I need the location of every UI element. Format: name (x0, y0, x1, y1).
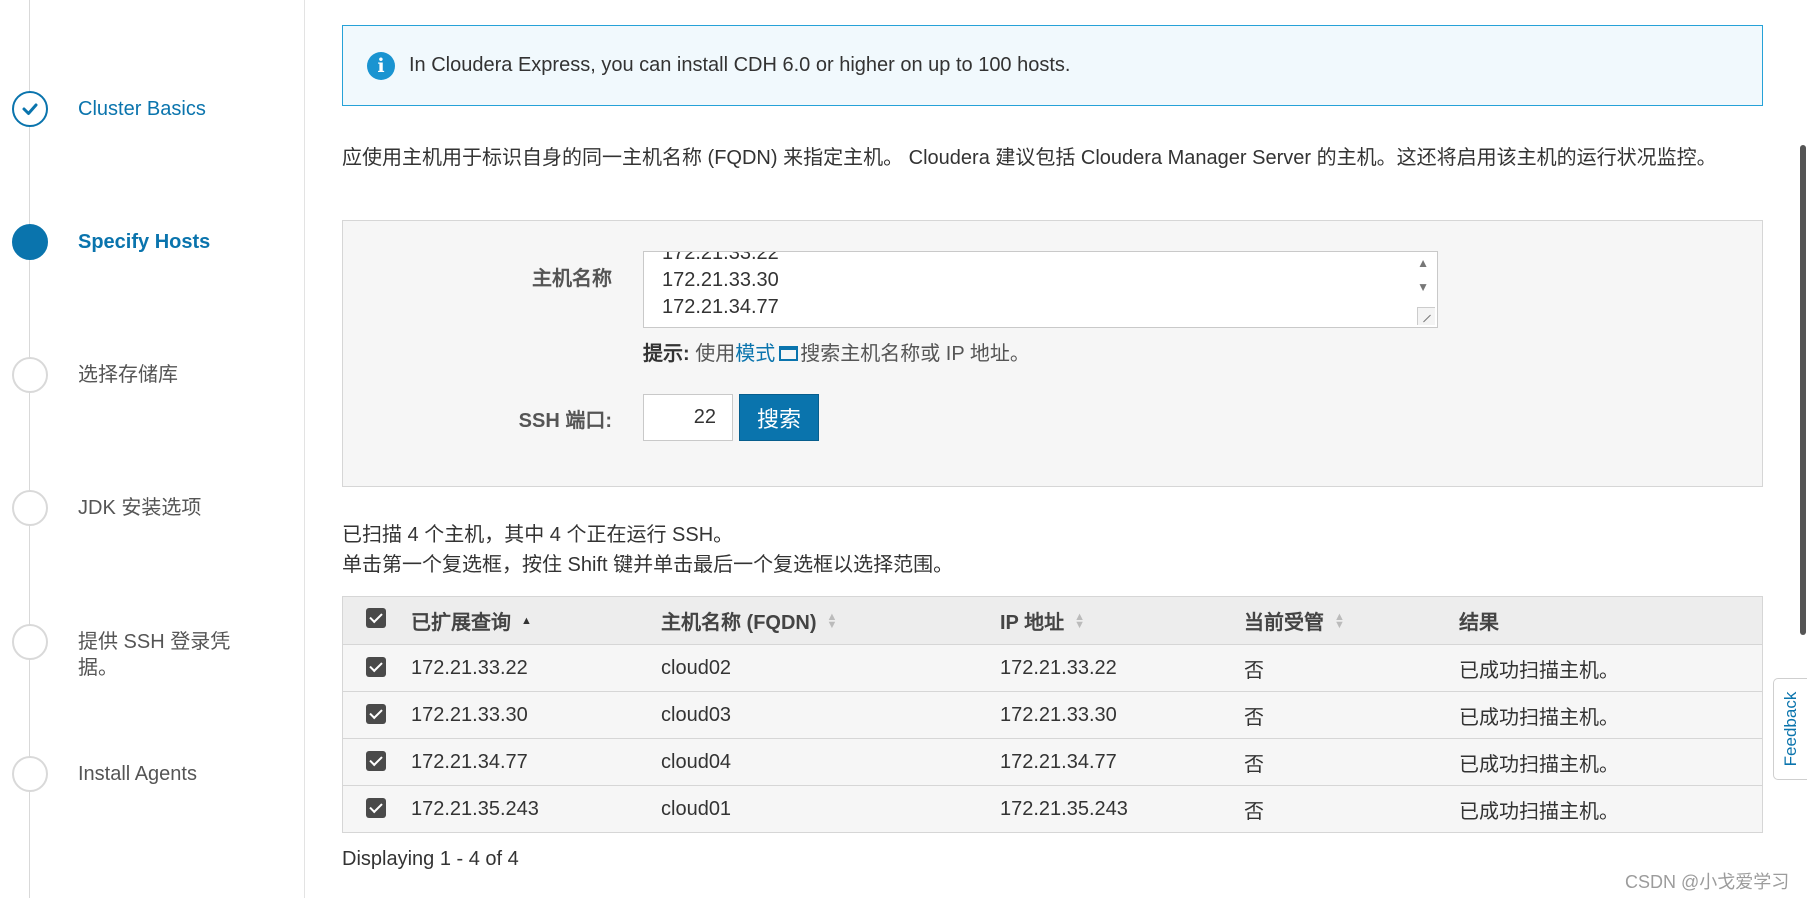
cell-ip: 172.21.35.243 (1000, 798, 1128, 820)
wizard-step-repository[interactable]: 选择存储库 (12, 357, 248, 397)
wizard-step-label: 提供 SSH 登录凭据。 (78, 631, 231, 679)
row-checkbox[interactable] (366, 798, 386, 818)
sort-icon[interactable]: ▲ ▼ (1334, 611, 1345, 630)
cell-ip: 172.21.34.77 (1000, 751, 1117, 773)
ssh-port-input[interactable]: 22 (643, 394, 733, 441)
cell-hostname: cloud04 (661, 751, 732, 773)
check-icon (12, 91, 48, 127)
ssh-port-label: SSH 端口: (518, 410, 612, 432)
scan-instructions: 单击第一个复选框，按住 Shift 键并单击最后一个复选框以选择范围。 (342, 554, 954, 576)
info-icon: i (367, 51, 395, 80)
hostname-line: 172.21.33.30 (662, 269, 779, 291)
cell-ip: 172.21.33.30 (1000, 704, 1117, 726)
window-icon[interactable] (779, 346, 799, 361)
row-checkbox[interactable] (366, 657, 386, 677)
column-header-hostname[interactable]: 主机名称 (FQDN) ▲ ▼ (661, 597, 837, 644)
watermark: CSDN @小戈爱学习 (1625, 872, 1790, 892)
pending-step-icon (12, 624, 48, 660)
hint-suffix: 搜索主机名称或 IP 地址。 (800, 343, 1030, 365)
hint-prefix: 使用 (695, 343, 736, 365)
cell-hostname: cloud02 (661, 657, 732, 679)
sort-icon[interactable]: ▲ ▼ (827, 611, 838, 630)
cell-managed: 否 (1244, 707, 1264, 729)
hosts-table: 已扩展查询 ▲ 主机名称 (FQDN) ▲ ▼ IP 地址 ▲ ▼ 当前受管 ▲ ▼ 结果 1… (342, 596, 1763, 833)
page-scrollbar[interactable] (1800, 145, 1806, 635)
info-text: In Cloudera Express, you can install CDH… (409, 54, 1071, 76)
cell-result: 已成功扫描主机。 (1459, 754, 1619, 776)
wizard-step-label: Cluster Basics (78, 98, 206, 120)
header-label: 结果 (1459, 612, 1499, 634)
column-header-ip[interactable]: IP 地址 ▲ ▼ (1000, 597, 1085, 644)
cell-query: 172.21.35.243 (411, 798, 539, 820)
cell-managed: 否 (1244, 801, 1264, 823)
cell-result: 已成功扫描主机。 (1459, 707, 1619, 729)
info-alert: i In Cloudera Express, you can install C… (342, 25, 1763, 106)
hostname-line: 172.21.34.77 (662, 296, 779, 318)
pagination-info: Displaying 1 - 4 of 4 (342, 848, 519, 870)
wizard-step-cluster-basics[interactable]: Cluster Basics (12, 91, 248, 131)
wizard-step-label: JDK 安装选项 (78, 497, 202, 519)
sort-asc-icon[interactable]: ▲ (521, 615, 532, 626)
cell-ip: 172.21.33.22 (1000, 657, 1117, 679)
column-header-managed[interactable]: 当前受管 ▲ ▼ (1244, 597, 1345, 644)
cell-managed: 否 (1244, 660, 1264, 682)
header-label: 主机名称 (FQDN) (661, 612, 817, 634)
sort-icon[interactable]: ▲ ▼ (1074, 611, 1085, 630)
row-checkbox[interactable] (366, 704, 386, 724)
pending-step-icon (12, 357, 48, 393)
wizard-step-specify-hosts[interactable]: Specify Hosts (12, 224, 248, 264)
cell-result: 已成功扫描主机。 (1459, 801, 1619, 823)
cell-query: 172.21.33.30 (411, 704, 528, 726)
feedback-tab[interactable]: Feedback (1773, 678, 1807, 780)
scroll-down-icon[interactable]: ▼ (1417, 280, 1429, 294)
search-button[interactable]: 搜索 (739, 394, 819, 441)
table-row[interactable]: 172.21.34.77 cloud04 172.21.34.77 否 已成功扫… (343, 738, 1762, 785)
hint-text: 提示: 使用模式 搜索主机名称或 IP 地址。 (643, 337, 1030, 366)
resize-grip-icon[interactable] (1417, 307, 1435, 325)
header-label: 当前受管 (1244, 612, 1324, 634)
column-header-query[interactable]: 已扩展查询 ▲ (411, 597, 532, 644)
cell-hostname: cloud01 (661, 798, 732, 820)
header-label: 已扩展查询 (411, 612, 511, 634)
cell-hostname: cloud03 (661, 704, 732, 726)
cell-result: 已成功扫描主机。 (1459, 660, 1619, 682)
wizard-step-jdk[interactable]: JDK 安装选项 (12, 490, 248, 530)
pattern-link[interactable]: 模式 (735, 343, 775, 365)
scan-summary: 已扫描 4 个主机，其中 4 个正在运行 SSH。 单击第一个复选框，按住 Sh… (342, 520, 953, 580)
scroll-up-icon[interactable]: ▲ (1417, 256, 1429, 270)
header-label: IP 地址 (1000, 612, 1065, 634)
table-row[interactable]: 172.21.33.22 cloud02 172.21.33.22 否 已成功扫… (343, 644, 1762, 691)
column-header-result: 结果 (1459, 597, 1499, 644)
wizard-sidebar: Cluster Basics Specify Hosts 选择存储库 JDK 安… (0, 0, 305, 898)
table-row[interactable]: 172.21.35.243 cloud01 172.21.35.243 否 已成… (343, 785, 1762, 832)
cell-managed: 否 (1244, 754, 1264, 776)
page-description: 应使用主机用于标识自身的同一主机名称 (FQDN) 来指定主机。 Clouder… (342, 147, 1717, 169)
hostname-line: 172.21.33.22 (662, 251, 779, 264)
select-all-checkbox[interactable] (366, 608, 386, 628)
wizard-step-label: Specify Hosts (78, 231, 211, 253)
hostname-label: 主机名称 (532, 268, 612, 290)
pending-step-icon (12, 756, 48, 792)
feedback-label: Feedback (1780, 691, 1800, 767)
scan-summary-line: 已扫描 4 个主机，其中 4 个正在运行 SSH。 (342, 524, 734, 546)
hint-label: 提示: (643, 343, 690, 365)
wizard-step-install-agents[interactable]: Install Agents (12, 756, 248, 796)
wizard-step-label: Install Agents (78, 763, 197, 785)
active-step-icon (12, 224, 48, 260)
hostnames-textarea[interactable]: 172.21.33.22 172.21.33.30 172.21.34.77 ▲… (643, 251, 1438, 328)
pending-step-icon (12, 490, 48, 526)
wizard-step-ssh-credentials[interactable]: 提供 SSH 登录凭据。 (12, 624, 248, 679)
cell-query: 172.21.34.77 (411, 751, 528, 773)
wizard-step-label: 选择存储库 (78, 364, 178, 386)
table-header-row: 已扩展查询 ▲ 主机名称 (FQDN) ▲ ▼ IP 地址 ▲ ▼ 当前受管 ▲ ▼ 结果 (343, 597, 1762, 644)
row-checkbox[interactable] (366, 751, 386, 771)
host-search-form: 主机名称 172.21.33.22 172.21.33.30 172.21.34… (342, 220, 1763, 487)
table-row[interactable]: 172.21.33.30 cloud03 172.21.33.30 否 已成功扫… (343, 691, 1762, 738)
cell-query: 172.21.33.22 (411, 657, 528, 679)
